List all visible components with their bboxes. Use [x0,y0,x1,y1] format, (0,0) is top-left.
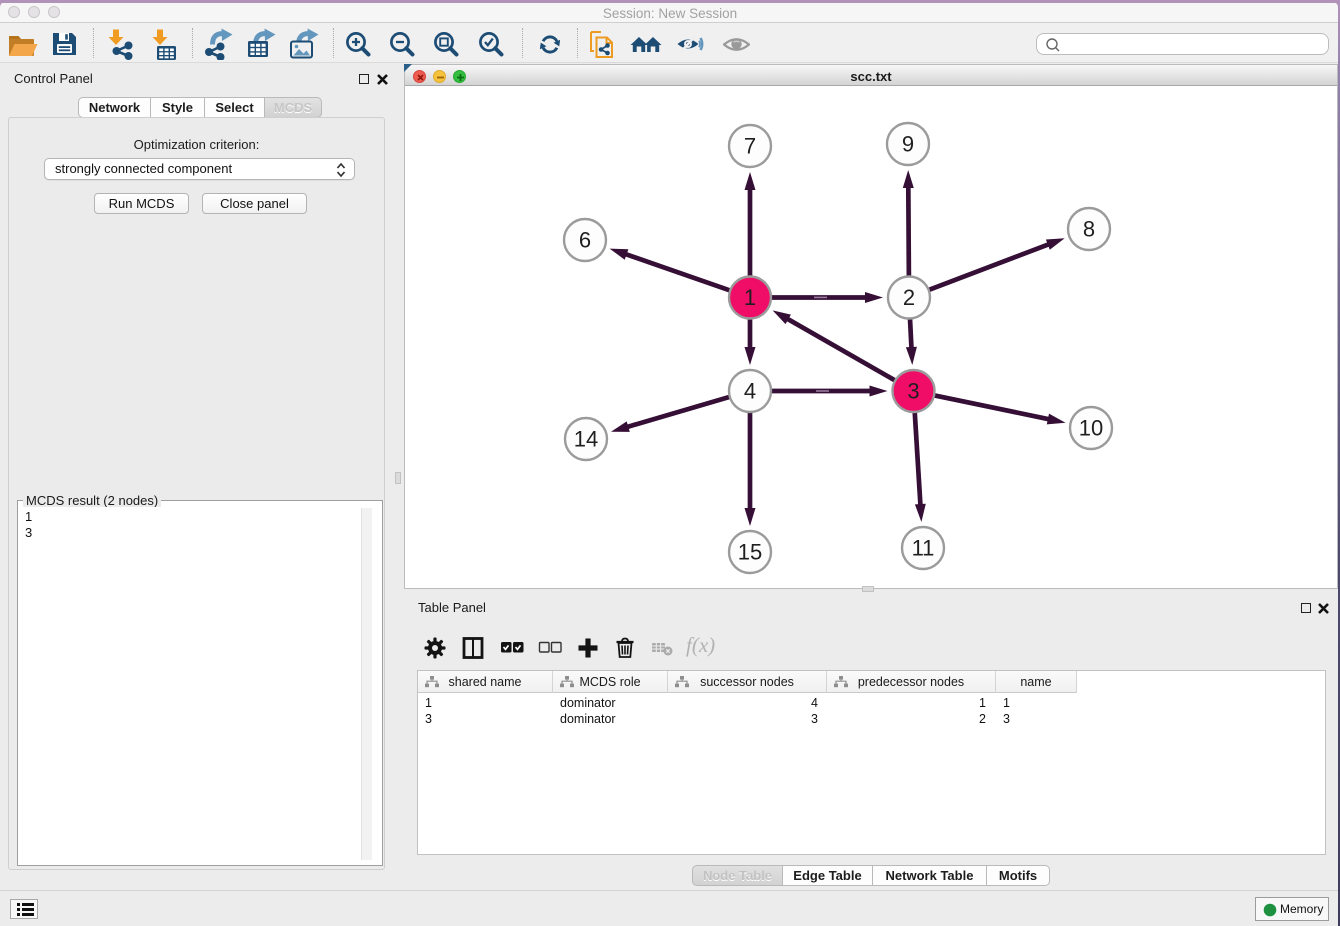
svg-text:1: 1 [744,285,756,310]
svg-text:14: 14 [574,427,598,452]
svg-text:11: 11 [912,536,935,561]
svg-text:3: 3 [907,379,919,404]
svg-text:7: 7 [744,134,756,159]
svg-text:8: 8 [1083,217,1095,242]
svg-text:4: 4 [744,379,756,404]
svg-text:9: 9 [902,132,914,157]
svg-text:15: 15 [738,540,762,565]
svg-text:2: 2 [903,285,915,310]
svg-text:10: 10 [1079,416,1103,441]
svg-text:6: 6 [579,228,591,253]
